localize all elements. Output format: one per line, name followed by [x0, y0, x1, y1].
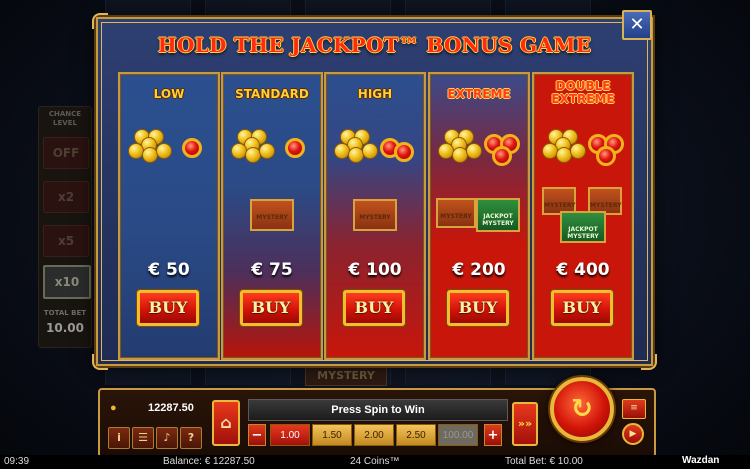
- spin-arrows-icon: ↻: [571, 394, 593, 424]
- mystery-chest: MYSTERY: [436, 198, 476, 228]
- balance-status: Balance: € 12287.50: [163, 456, 255, 467]
- ruby-icon-group: [588, 132, 628, 166]
- chance-level-title: CHANCE LEVEL: [48, 110, 82, 127]
- ruby-icon-group: [380, 132, 420, 166]
- buy-button[interactable]: BUY: [447, 290, 509, 326]
- ruby-icon: [182, 138, 202, 158]
- coin-pile-icon: [542, 129, 590, 165]
- jackpot-mystery-chest: JACKPOT MYSTERY: [560, 211, 606, 243]
- chance-total-bet-value: 10.00: [46, 321, 84, 335]
- buy-button[interactable]: BUY: [240, 290, 302, 326]
- tier-name: STANDARD: [235, 87, 309, 101]
- coins-status: 24 Coins™: [350, 456, 400, 467]
- chance-option-x2[interactable]: x2: [43, 181, 89, 213]
- frame-corner: [92, 354, 108, 370]
- tier-name: DOUBLE EXTREME: [551, 79, 615, 106]
- jackpot-mystery-chest: JACKPOT MYSTERY: [476, 198, 520, 232]
- money-bag-icon: ●: [110, 402, 117, 414]
- ruby-icon: [596, 146, 616, 166]
- balance-display: ● 12287.50: [108, 398, 212, 418]
- tier-name: LOW: [153, 87, 185, 101]
- bet-increase-button[interactable]: +: [484, 424, 502, 446]
- autoplay-button[interactable]: ▶: [622, 423, 644, 445]
- gold-coin-icon: [570, 143, 586, 159]
- chance-option-x10[interactable]: x10: [43, 265, 91, 299]
- status-strip: 09:39 Balance: € 12287.50 24 Coins™ Tota…: [0, 455, 750, 469]
- gold-coin-icon: [156, 143, 172, 159]
- ruby-icon: [394, 142, 414, 162]
- status-message: Press Spin to Win: [248, 399, 508, 421]
- bet-option[interactable]: 1.50: [312, 424, 352, 446]
- gold-coin-icon: [466, 143, 482, 159]
- info-button[interactable]: i: [108, 427, 130, 449]
- ruby-icon: [492, 146, 512, 166]
- background-mystery-symbol: MYSTERY: [305, 366, 387, 386]
- mystery-chest: MYSTERY: [250, 199, 294, 231]
- coin-pile-icon: [334, 129, 382, 165]
- ruby-icon-group: [484, 132, 524, 166]
- gold-coin-icon: [259, 143, 275, 159]
- spin-button[interactable]: ↻: [550, 377, 614, 441]
- bet-option[interactable]: 2.00: [354, 424, 394, 446]
- ruby-icon: [285, 138, 305, 158]
- tier-card-0: LOW € 50 BUY: [118, 72, 220, 360]
- close-button[interactable]: ✕: [622, 10, 652, 40]
- mystery-chest: MYSTERY: [353, 199, 397, 231]
- bet-decrease-button[interactable]: −: [248, 424, 266, 446]
- bonus-buy-modal: HOLD THE JACKPOT™ BONUS GAME ✕ LOW € 50 BU…: [92, 10, 657, 370]
- total-bet-status: Total Bet: € 10.00: [505, 456, 583, 467]
- cart-icon: ⌂: [220, 413, 232, 432]
- control-bar: ● 12287.50 i ☰ ♪ ? ⌂ Press Spin to Win −…: [98, 377, 656, 458]
- tier-card-3: EXTREME MYSTERY JACKPOT MYSTERY € 200 BUY: [428, 72, 530, 360]
- ruby-icon-group: [180, 132, 218, 166]
- clock-time: 09:39: [4, 456, 30, 467]
- modal-title: HOLD THE JACKPOT™ BONUS GAME: [157, 33, 592, 57]
- tier-price: € 400: [556, 260, 610, 280]
- tier-price: € 100: [348, 260, 402, 280]
- turbo-button[interactable]: »»: [512, 402, 538, 446]
- bet-menu-button[interactable]: ≡: [622, 399, 646, 419]
- logo-text: Wazdan: [682, 455, 720, 466]
- tier-card-4: DOUBLE EXTREME MYSTERY MYSTERY JACKPOT MYST…: [532, 72, 634, 360]
- chance-level-panel: CHANCE LEVEL OFF x2 x5 x10 TOTAL BET 10.…: [38, 106, 92, 348]
- tier-price: € 75: [251, 260, 293, 280]
- bet-selector: − 1.00 1.50 2.00 2.50 100.00 +: [248, 424, 506, 446]
- ruby-icon-group: [283, 132, 321, 166]
- help-button[interactable]: ?: [180, 427, 202, 449]
- wazdan-logo: Wazdan: [682, 455, 719, 466]
- buy-button[interactable]: BUY: [343, 290, 405, 326]
- balance-value: 12287.50: [148, 402, 194, 414]
- sound-button[interactable]: ♪: [156, 427, 178, 449]
- tier-name: HIGH: [357, 87, 393, 101]
- chance-option-x5[interactable]: x5: [43, 225, 89, 257]
- bet-option[interactable]: 1.00: [270, 424, 310, 446]
- tier-price: € 50: [148, 260, 190, 280]
- tier-name: EXTREME: [447, 87, 511, 101]
- bet-option[interactable]: 100.00: [438, 424, 478, 446]
- buy-feature-button[interactable]: ⌂: [212, 400, 240, 446]
- frame-corner: [641, 354, 657, 370]
- tier-card-2: HIGH MYSTERY € 100 BUY: [324, 72, 426, 360]
- menu-button[interactable]: ☰: [132, 427, 154, 449]
- coin-pile-icon: [231, 129, 279, 165]
- bet-option[interactable]: 2.50: [396, 424, 436, 446]
- coin-pile-icon: [438, 129, 486, 165]
- coin-pile-icon: [128, 129, 176, 165]
- chance-option-off[interactable]: OFF: [43, 137, 89, 169]
- buy-button[interactable]: BUY: [551, 290, 613, 326]
- tier-price: € 200: [452, 260, 506, 280]
- buy-button[interactable]: BUY: [137, 290, 199, 326]
- chance-total-bet-label: TOTAL BET: [43, 309, 87, 317]
- close-icon: ✕: [629, 14, 645, 35]
- frame-corner: [92, 13, 108, 29]
- tier-card-1: STANDARD MYSTERY € 75 BUY: [221, 72, 323, 360]
- gold-coin-icon: [362, 143, 378, 159]
